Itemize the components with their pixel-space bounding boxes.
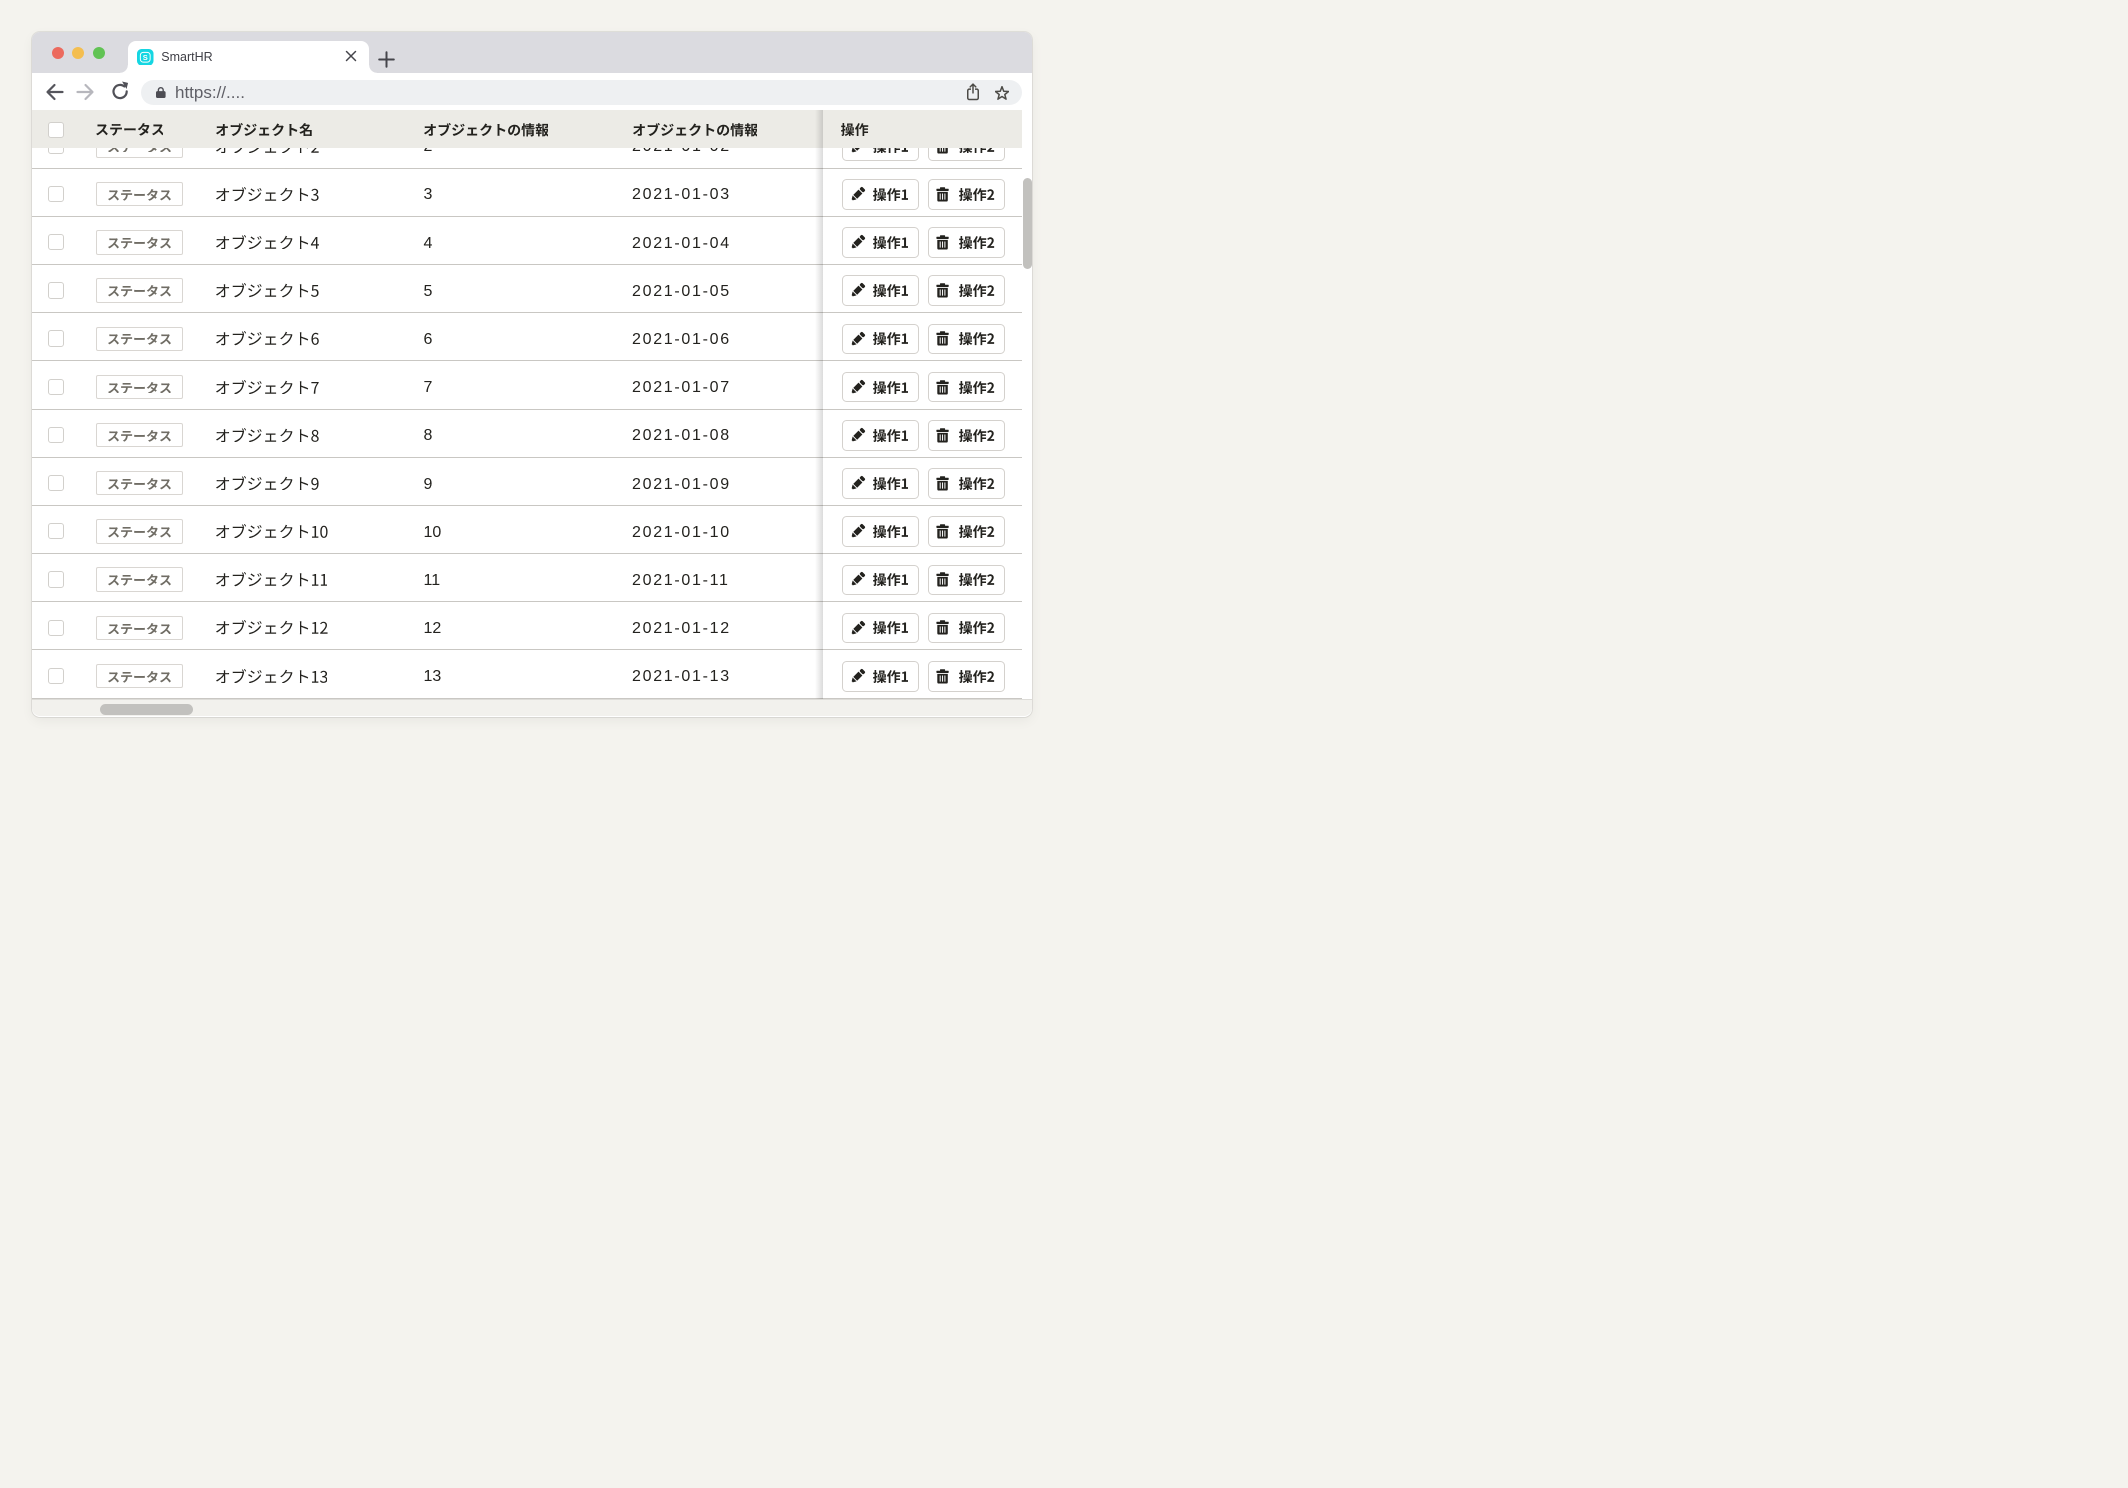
svg-text:S: S (143, 53, 148, 62)
